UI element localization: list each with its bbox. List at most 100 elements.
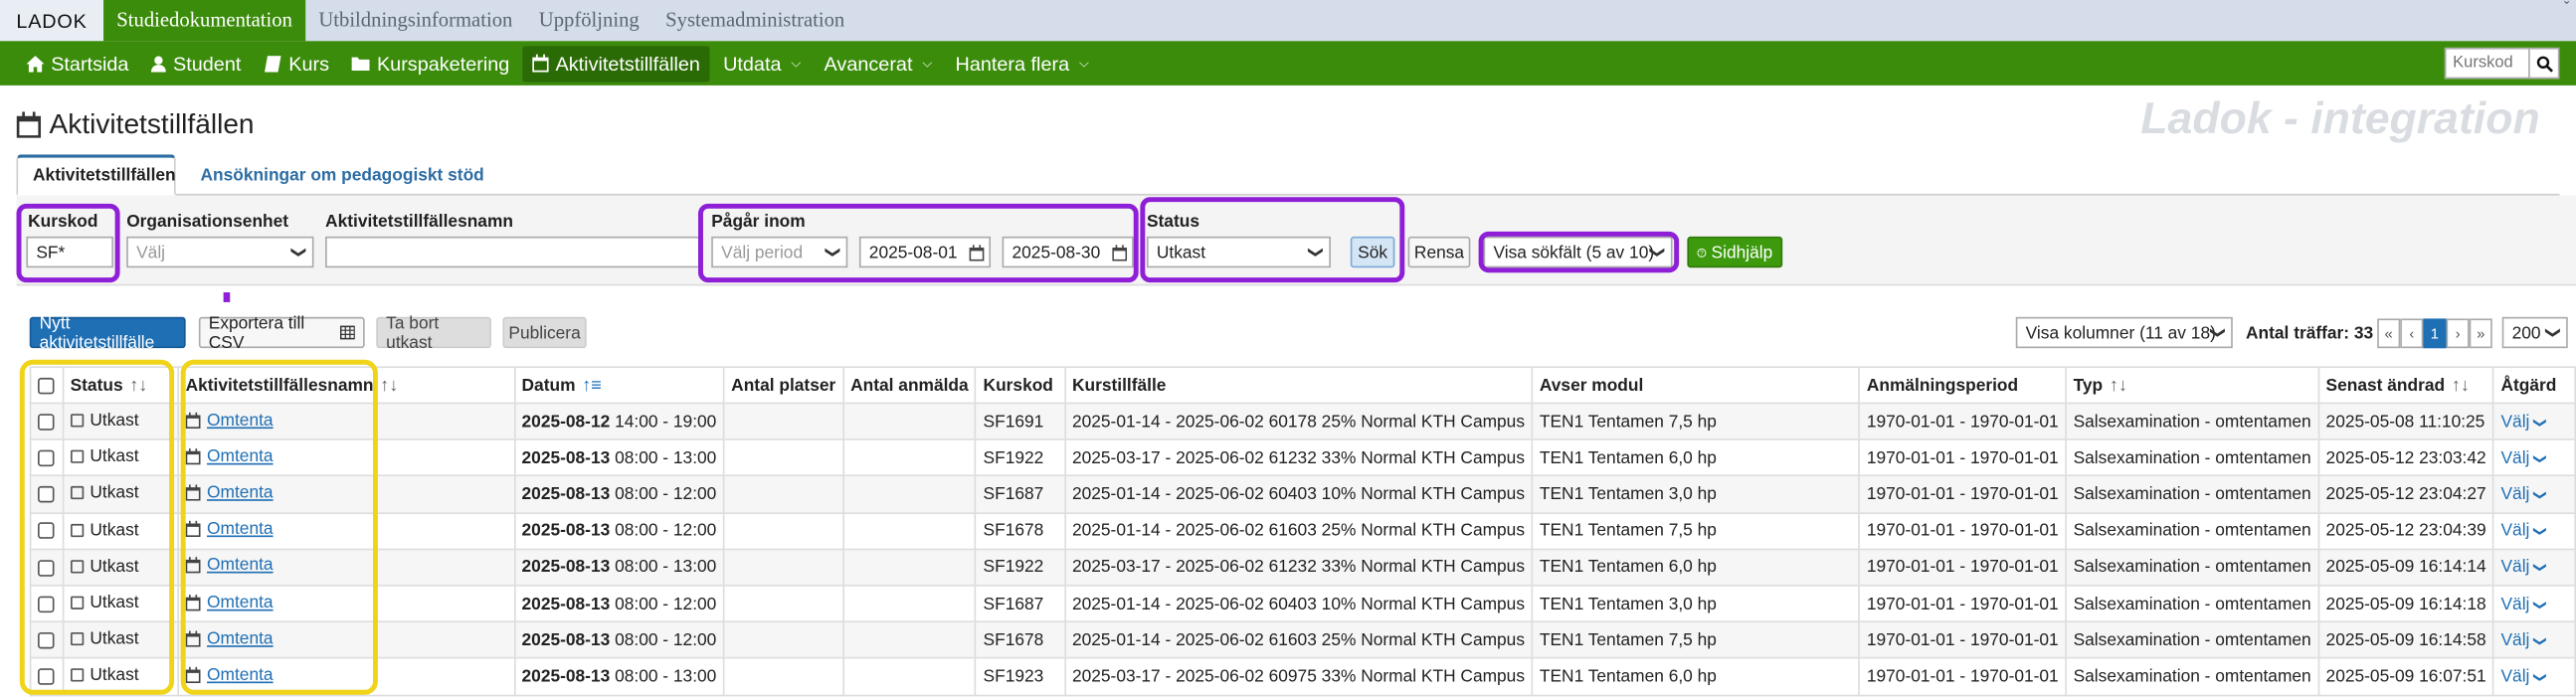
action-cell[interactable]: Välj ❯: [2492, 548, 2576, 587]
help-button[interactable]: ? Sidhjälp: [1687, 236, 1783, 268]
sort-icon[interactable]: ↑↓: [2110, 375, 2127, 395]
top-tab-studiedokumentation[interactable]: Studiedokumentation: [103, 0, 306, 42]
action-select[interactable]: Välj: [2500, 594, 2529, 613]
action-select[interactable]: Välj: [2500, 484, 2529, 504]
folder-icon: [352, 57, 371, 72]
nav-item-student[interactable]: Student: [142, 45, 252, 81]
highlight-kurskod: [16, 203, 120, 283]
page-prev-button[interactable]: ‹: [2400, 318, 2424, 349]
chevron-down-icon[interactable]: ❯: [2532, 599, 2547, 610]
app-root: LADOK Studiedokumentation Utbildningsinf…: [0, 0, 2576, 696]
chevron-down-icon[interactable]: ❯: [2532, 672, 2547, 683]
kurskod-cell: SF1678: [975, 620, 1066, 659]
publish-button[interactable]: Publicera: [502, 316, 587, 349]
action-select[interactable]: Välj: [2500, 666, 2529, 686]
kurstillfalle-cell: 2025-01-14 - 2025-06-02 60403 10% Normal…: [1063, 584, 1534, 623]
date-cell: 2025-08-13 08:00 - 12:00: [513, 620, 725, 659]
modul-cell: TEN1 Tentamen 6,0 hp: [1531, 438, 1861, 477]
date-cell: 2025-08-13 08:00 - 13:00: [513, 657, 725, 696]
action-cell[interactable]: Välj ❯: [2492, 438, 2576, 477]
top-corner-mark: ˇ: [2563, 0, 2570, 19]
sort-ascending-icon[interactable]: ↑≡: [582, 375, 602, 395]
nav-item-label: Hantera flera: [955, 52, 1070, 76]
tab-ansokningar-pedagogiskt-stod[interactable]: Ansökningar om pedagogiskt stöd: [184, 154, 500, 195]
table-row: Utkast Omtenta 2025-08-12 14:00 - 19:00 SF1…: [29, 402, 2576, 440]
nav-search-button[interactable]: [2529, 47, 2560, 80]
delete-draft-button[interactable]: Ta bort utkast: [376, 313, 491, 352]
table-row: Utkast Omtenta 2025-08-13 08:00 - 13:00 SF1…: [29, 657, 2576, 696]
tab-aktivitetstillfallen[interactable]: Aktivitetstillfällen: [16, 154, 176, 196]
action-cell[interactable]: Välj ❯: [2492, 474, 2576, 514]
chevron-down-icon: ⌵: [922, 55, 933, 71]
action-select[interactable]: Välj: [2500, 448, 2529, 468]
help-button-label: Sidhjälp: [1711, 242, 1773, 262]
new-activity-button[interactable]: Nytt aktivitetstillfälle: [29, 313, 186, 352]
environment-watermark: Ladok - integration: [2140, 93, 2540, 143]
sort-icon[interactable]: ↑↓: [2452, 375, 2470, 395]
export-csv-label: Exportera till CSV: [208, 312, 305, 353]
columns-select[interactable]: Visa kolumner (11 av 18) ❯: [2015, 316, 2233, 349]
pagination: « ‹ 1 › »: [2377, 318, 2492, 349]
top-tab-uppfoljning[interactable]: Uppföljning: [526, 0, 652, 41]
nav-search: [2444, 47, 2560, 80]
nav-search-input[interactable]: [2444, 47, 2530, 80]
action-select[interactable]: Välj: [2500, 521, 2529, 541]
chevron-down-icon: ❯: [291, 246, 309, 259]
aktivitetstillfallesnamn-input[interactable]: [325, 236, 700, 268]
chevron-down-icon[interactable]: ❯: [2532, 417, 2547, 428]
kurskod-cell: SF1923: [975, 657, 1066, 696]
page-1-button[interactable]: 1: [2423, 318, 2447, 349]
svg-text:?: ?: [1700, 250, 1704, 257]
column-header-datum[interactable]: Datum ↑≡: [513, 366, 725, 405]
page-first-button[interactable]: «: [2377, 318, 2401, 349]
chevron-down-icon[interactable]: ❯: [2532, 453, 2547, 464]
action-cell[interactable]: Välj ❯: [2492, 511, 2576, 550]
user-icon: [151, 55, 167, 72]
action-select[interactable]: Välj: [2500, 412, 2529, 432]
organisationsenhet-select[interactable]: Välj ❯: [126, 236, 314, 268]
column-header-typ[interactable]: Typ ↑↓: [2065, 366, 2319, 405]
nav-item-hantera-flera[interactable]: Hantera flera ⌵: [946, 45, 1099, 81]
page-next-button[interactable]: ›: [2446, 318, 2470, 349]
export-csv-button[interactable]: Exportera till CSV: [198, 313, 365, 352]
page-size-select[interactable]: 200 ❯: [2501, 316, 2568, 349]
chevron-down-icon[interactable]: ❯: [2532, 563, 2547, 574]
top-tab-systemadministration[interactable]: Systemadministration: [652, 0, 858, 41]
anmalda-cell: [841, 438, 977, 477]
ladok-logo[interactable]: LADOK: [0, 0, 104, 42]
column-header-senast-andrad[interactable]: Senast ändrad ↑↓: [2317, 366, 2494, 405]
table-icon: [339, 325, 355, 340]
action-cell[interactable]: Välj ❯: [2492, 584, 2576, 623]
senast-andrad-cell: 2025-05-09 16:14:14: [2317, 548, 2494, 587]
top-tab-utbildningsinformation[interactable]: Utbildningsinformation: [305, 0, 525, 41]
column-header-kurstillfalle: Kurstillfälle: [1063, 366, 1534, 405]
anmalda-cell: [841, 584, 977, 623]
action-cell[interactable]: Välj ❯: [2492, 620, 2576, 659]
nav-item-kurs[interactable]: Kurs: [255, 45, 339, 81]
page-last-button[interactable]: »: [2469, 318, 2492, 349]
nav-item-label: Aktivitetstillfällen: [555, 52, 700, 76]
highlight-show-fields: [1478, 231, 1680, 273]
nav-item-aktivitetstillfallen[interactable]: Aktivitetstillfällen: [522, 45, 710, 82]
nav-item-utdata[interactable]: Utdata ⌵: [713, 45, 811, 81]
modul-cell: TEN1 Tentamen 3,0 hp: [1531, 584, 1861, 623]
action-cell[interactable]: Välj ❯: [2492, 657, 2576, 696]
typ-cell: Salsexamination - omtentamen: [2065, 548, 2319, 587]
chevron-down-icon[interactable]: ❯: [2532, 489, 2547, 500]
highlight-status: [1140, 197, 1405, 283]
activities-table: Status ↑↓ Aktivitetstillfällesnamn ↑↓ Datu…: [29, 366, 2576, 696]
nav-item-avancerat[interactable]: Avancerat ⌵: [815, 45, 943, 81]
anmalningsperiod-cell: 1970-01-01 - 1970-01-01: [1858, 657, 2067, 696]
action-select[interactable]: Välj: [2500, 558, 2529, 578]
clear-button[interactable]: Rensa: [1407, 236, 1471, 268]
modul-cell: TEN1 Tentamen 3,0 hp: [1531, 474, 1861, 514]
action-cell[interactable]: Välj ❯: [2492, 402, 2576, 440]
chevron-down-icon[interactable]: ❯: [2532, 635, 2547, 646]
kurstillfalle-cell: 2025-01-14 - 2025-06-02 60403 10% Normal…: [1063, 474, 1534, 514]
action-select[interactable]: Välj: [2500, 630, 2529, 650]
chevron-down-icon[interactable]: ❯: [2532, 526, 2547, 537]
nav-item-startsida[interactable]: Startsida: [17, 45, 139, 81]
sort-icon[interactable]: ↑↓: [380, 375, 398, 395]
nav-item-kurspaketering[interactable]: Kurspaketering: [342, 45, 519, 81]
table-row: Utkast Omtenta 2025-08-13 08:00 - 13:00 SF1…: [29, 438, 2576, 477]
